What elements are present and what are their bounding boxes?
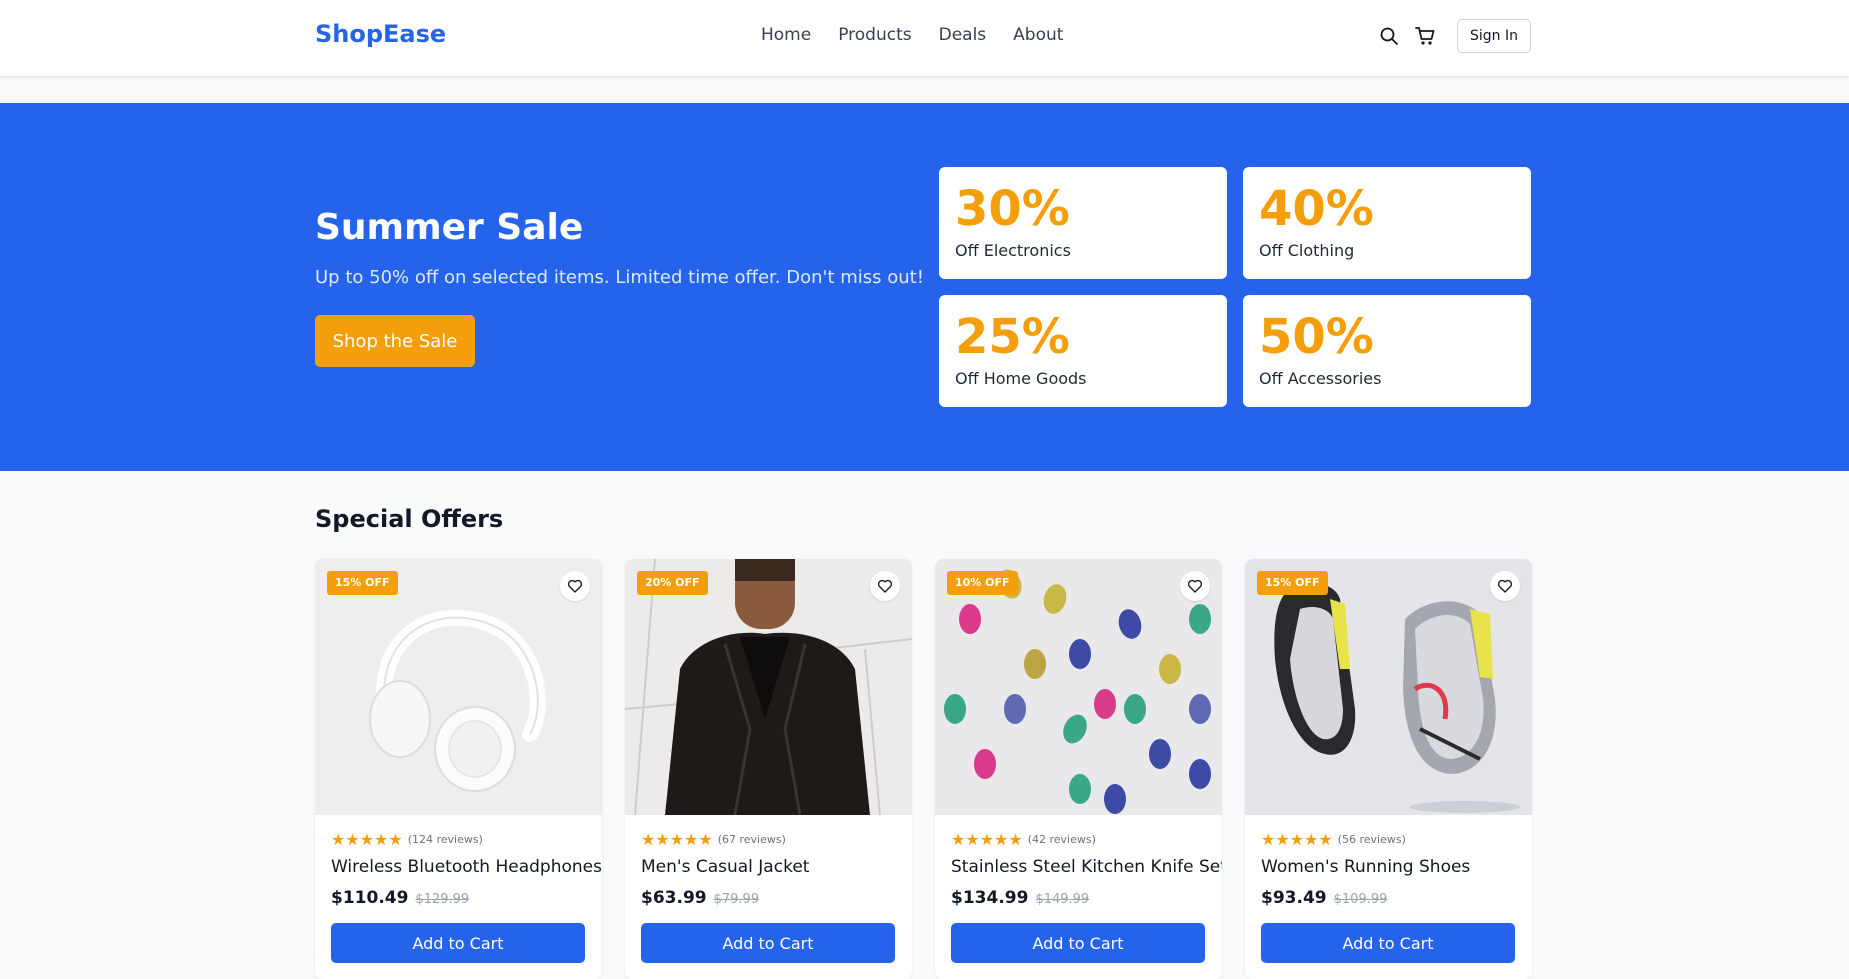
deal-label: Off Clothing [1259, 241, 1355, 260]
main-nav: Home Products Deals About [761, 25, 1063, 45]
site-header: ShopEase Home Products Deals About Sign … [0, 0, 1849, 76]
sign-in-button[interactable]: Sign In [1457, 19, 1531, 53]
product-name[interactable]: Men's Casual Jacket [641, 857, 809, 877]
price-row: $93.49 $109.99 [1261, 888, 1387, 908]
review-count: (67 reviews) [717, 833, 786, 846]
nav-about[interactable]: About [1013, 25, 1063, 45]
star-rating-icon: ★★★★★ [641, 830, 713, 849]
rating: ★★★★★ (124 reviews) [331, 830, 483, 849]
product-card[interactable]: 15% OFF ★★★★★ (56 reviews) Women's Runni… [1245, 559, 1532, 979]
deal-card-electronics[interactable]: 30% Off Electronics [939, 167, 1227, 279]
discount-badge: 20% OFF [637, 571, 708, 595]
product-name[interactable]: Women's Running Shoes [1261, 857, 1470, 877]
deal-percent: 50% [1259, 309, 1374, 365]
original-price: $109.99 [1333, 892, 1388, 907]
product-card[interactable]: 15% OFF ★★★★★ (124 reviews) Wireless Blu… [315, 559, 602, 979]
header-actions: Sign In [1377, 19, 1531, 53]
nav-products[interactable]: Products [838, 25, 911, 45]
deal-card-accessories[interactable]: 50% Off Accessories [1243, 295, 1531, 407]
price: $134.99 [951, 888, 1029, 908]
deal-card-home-goods[interactable]: 25% Off Home Goods [939, 295, 1227, 407]
heart-icon[interactable] [870, 571, 900, 601]
product-image[interactable]: 15% OFF [315, 559, 602, 815]
discount-badge: 15% OFF [327, 571, 398, 595]
star-rating-icon: ★★★★★ [331, 830, 403, 849]
add-to-cart-button[interactable]: Add to Cart [331, 923, 585, 963]
star-rating-icon: ★★★★★ [1261, 830, 1333, 849]
add-to-cart-button[interactable]: Add to Cart [1261, 923, 1515, 963]
hero-subtitle: Up to 50% off on selected items. Limited… [315, 267, 924, 288]
deal-percent: 25% [955, 309, 1070, 365]
deal-label: Off Electronics [955, 241, 1071, 260]
product-image[interactable]: 10% OFF [935, 559, 1222, 815]
deal-percent: 40% [1259, 181, 1374, 237]
header-inner: ShopEase Home Products Deals About Sign … [315, 0, 1531, 76]
price: $63.99 [641, 888, 707, 908]
cart-icon[interactable] [1413, 24, 1437, 48]
discount-badge: 15% OFF [1257, 571, 1328, 595]
shop-sale-button[interactable]: Shop the Sale [315, 315, 475, 367]
rating: ★★★★★ (42 reviews) [951, 830, 1096, 849]
hero-title: Summer Sale [315, 207, 584, 248]
nav-home[interactable]: Home [761, 25, 811, 45]
section-title: Special Offers [315, 505, 504, 533]
price-row: $63.99 $79.99 [641, 888, 759, 908]
deal-card-clothing[interactable]: 40% Off Clothing [1243, 167, 1531, 279]
add-to-cart-button[interactable]: Add to Cart [641, 923, 895, 963]
product-name[interactable]: Stainless Steel Kitchen Knife Set [951, 857, 1222, 877]
price-row: $110.49 $129.99 [331, 888, 469, 908]
review-count: (42 reviews) [1027, 833, 1096, 846]
price: $110.49 [331, 888, 409, 908]
deal-label: Off Accessories [1259, 369, 1382, 388]
rating: ★★★★★ (56 reviews) [1261, 830, 1406, 849]
deal-percent: 30% [955, 181, 1070, 237]
original-price: $129.99 [415, 892, 470, 907]
product-image[interactable]: 15% OFF [1245, 559, 1532, 815]
search-icon[interactable] [1377, 24, 1401, 48]
heart-icon[interactable] [560, 571, 590, 601]
hero-banner: Summer Sale Up to 50% off on selected it… [0, 103, 1849, 471]
product-name[interactable]: Wireless Bluetooth Headphones [331, 857, 602, 877]
nav-deals[interactable]: Deals [939, 25, 987, 45]
original-price: $79.99 [713, 892, 760, 907]
product-image[interactable]: 20% OFF [625, 559, 912, 815]
deal-label: Off Home Goods [955, 369, 1087, 388]
logo[interactable]: ShopEase [315, 20, 446, 48]
star-rating-icon: ★★★★★ [951, 830, 1023, 849]
heart-icon[interactable] [1180, 571, 1210, 601]
price: $93.49 [1261, 888, 1327, 908]
price-row: $134.99 $149.99 [951, 888, 1089, 908]
review-count: (124 reviews) [407, 833, 483, 846]
original-price: $149.99 [1035, 892, 1090, 907]
product-card[interactable]: 10% OFF ★★★★★ (42 reviews) Stainless Ste… [935, 559, 1222, 979]
review-count: (56 reviews) [1337, 833, 1406, 846]
discount-badge: 10% OFF [947, 571, 1018, 595]
heart-icon[interactable] [1490, 571, 1520, 601]
rating: ★★★★★ (67 reviews) [641, 830, 786, 849]
add-to-cart-button[interactable]: Add to Cart [951, 923, 1205, 963]
product-card[interactable]: 20% OFF ★★★★★ (67 reviews) Men's Casual … [625, 559, 912, 979]
